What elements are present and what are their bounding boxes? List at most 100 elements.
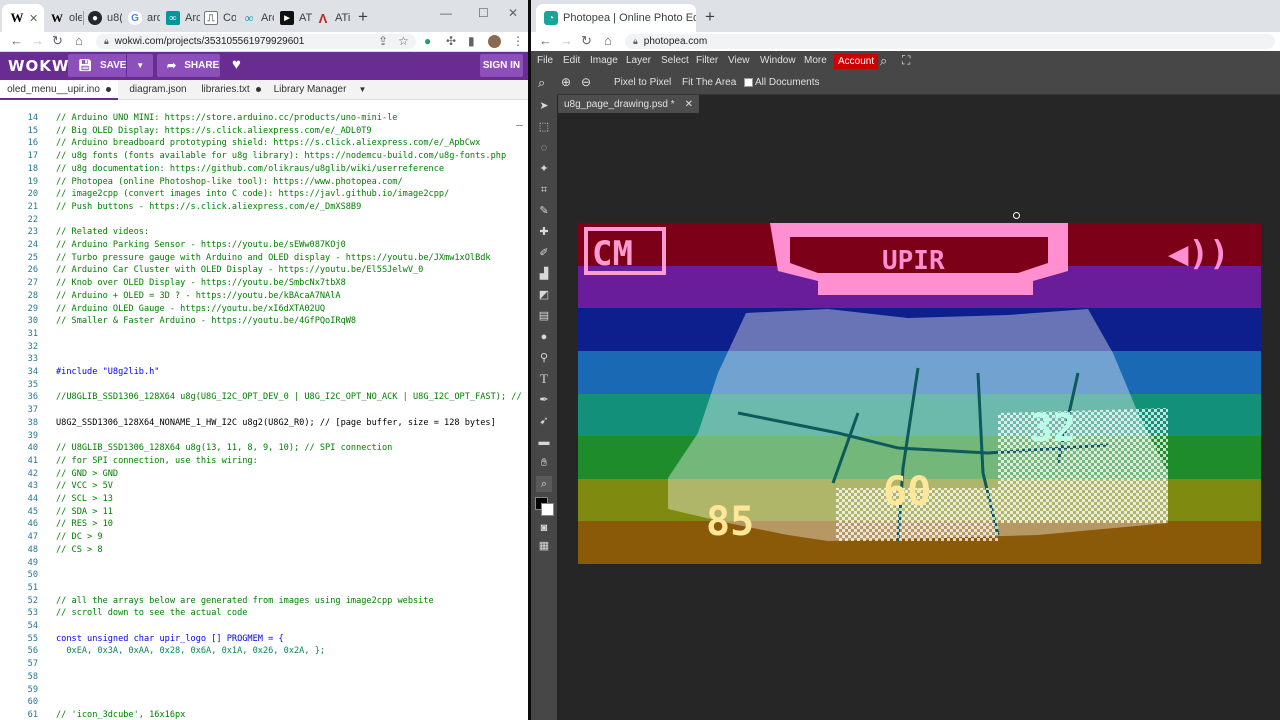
share-button[interactable]: ➦ SHARE [157,54,220,77]
menu-view[interactable]: View [728,55,750,66]
url-omnibox[interactable]: 🔒︎ wokwi.com/projects/353105561979929601 [96,34,416,49]
browser-tab-google[interactable]: G ard [124,4,160,32]
profile-avatar-icon[interactable] [488,35,501,48]
pixel-to-pixel-button[interactable]: Pixel to Pixel [614,77,671,88]
menu-select[interactable]: Select [661,55,689,66]
tab-label: ATi [335,12,350,24]
oled-drawing: ◀)) CM UPIR 85 60 32 [584,223,1229,545]
grammarly-extension-icon[interactable]: ● [424,34,431,48]
tab-label: Co [223,12,236,24]
code-editor[interactable]: 14 // Arduino UNO MINI: https://store.ard… [0,101,528,720]
blur-tool-icon[interactable]: ● [536,329,552,345]
browser-tab-ole[interactable]: W ole [46,4,82,32]
maximize-icon[interactable]: ☐ [478,6,489,20]
menu-image[interactable]: Image [590,55,618,66]
like-heart-icon[interactable]: ♥ [232,56,241,73]
code-text: // SCL > 13 [56,494,113,504]
sidebar-icon[interactable]: ▮ [468,34,475,48]
healing-tool-icon[interactable]: ✚ [536,224,552,240]
menu-window[interactable]: Window [760,55,796,66]
reload-icon[interactable]: ↻ [52,33,63,49]
minimize-icon[interactable]: — [440,6,452,20]
fit-the-area-button[interactable]: Fit The Area [682,77,736,88]
reload-icon[interactable]: ↻ [581,33,592,49]
share-page-icon[interactable]: ⇪ [378,34,388,48]
back-arrow-icon[interactable]: ← [539,33,552,48]
zoom-out-icon[interactable]: ⊖ [581,75,591,89]
line-number: 61 [27,709,38,720]
line-number: 59 [27,684,38,695]
line-number: 20 [27,189,38,200]
save-button[interactable]: 💾︎ SAVE ▼ [68,54,153,77]
browser-tab-arduino-2[interactable]: ∞ Arc [238,4,274,32]
menu-layer[interactable]: Layer [626,55,651,66]
save-dropdown-chevron-icon[interactable]: ▼ [126,54,153,77]
type-tool-icon[interactable]: T [536,371,552,387]
window-close-icon[interactable]: ✕ [508,6,518,20]
browser-tab-wikipedia[interactable]: W ✕ [2,4,44,32]
shape-tool-icon[interactable]: ▬ [536,434,552,450]
brush-tool-icon[interactable]: ✐ [536,245,552,261]
pen-tool-icon[interactable]: ✒ [536,392,552,408]
browser-tab-github[interactable]: ● u8( [84,4,122,32]
dodge-tool-icon[interactable]: ⚲ [536,350,552,366]
screen-mode-icon[interactable]: ▦ [536,538,552,554]
account-button[interactable]: Account [834,54,879,69]
document-tab[interactable]: u8g_page_drawing.psd * ✕ [558,95,700,113]
search-icon[interactable]: ⌕ [880,53,887,69]
wokwi-logo[interactable]: WOKWi [8,57,76,75]
new-tab-plus-icon[interactable]: + [358,7,368,27]
file-tab-libraries[interactable]: libraries.txt [198,80,264,99]
crop-tool-icon[interactable]: ⌗ [536,182,552,198]
path-select-tool-icon[interactable]: ➹ [536,413,552,429]
sign-in-button[interactable]: SIGN IN [480,54,523,77]
home-icon[interactable]: ⌂ [75,33,83,48]
github-favicon-icon: ● [88,11,102,25]
menu-file[interactable]: File [537,55,553,66]
url-omnibox[interactable]: 🔒︎ photopea.com [625,34,1275,49]
eyedropper-tool-icon[interactable]: ✎ [536,203,552,219]
code-text: // all the arrays below are generated fr… [56,595,434,606]
browser-tab-ati-2[interactable]: Λ ATi [312,4,350,32]
share-arrow-icon: ➦ [167,60,177,72]
browser-tab-ati-1[interactable]: ▶ ATi [276,4,312,32]
move-tool-icon[interactable]: ➤ [536,98,552,114]
zoom-tool-icon[interactable]: ⌕ [536,476,552,492]
lasso-tool-icon[interactable]: ◌ [536,140,552,156]
browser-tab-co[interactable]: ⎍ Co [200,4,236,32]
file-tab-diagram[interactable]: diagram.json [122,80,194,99]
eraser-tool-icon[interactable]: ◩ [536,287,552,303]
bookmark-star-icon[interactable]: ☆ [398,34,409,48]
menu-more[interactable]: More [804,55,827,66]
hand-tool-icon[interactable]: ✋︎ [536,455,552,471]
image-canvas[interactable]: ◀)) CM UPIR 85 60 32 [578,223,1261,564]
magic-wand-tool-icon[interactable]: ✦ [536,161,552,177]
forward-arrow-icon[interactable]: → [560,33,573,48]
code-text: // DC > 9 [56,532,103,543]
stamp-tool-icon[interactable]: ▟ [536,266,552,282]
file-tab-sketch[interactable]: oled_menu__upir.ino [0,80,118,100]
menu-filter[interactable]: Filter [696,55,718,66]
menu-edit[interactable]: Edit [563,55,580,66]
new-tab-plus-icon[interactable]: + [705,7,715,27]
fullscreen-icon[interactable]: ⛶ [902,53,910,68]
marquee-tool-icon[interactable]: ⬚ [536,119,552,135]
forward-arrow-icon[interactable]: → [31,33,44,48]
gradient-tool-icon[interactable]: ▤ [536,308,552,324]
browser-tab-photopea[interactable]: ◔ Photopea | Online Photo Editor ✕ [536,4,696,32]
background-color-swatch[interactable] [541,503,554,516]
document-close-icon[interactable]: ✕ [685,99,693,110]
file-tab-library-manager[interactable]: Library Manager ▼ [270,80,370,99]
back-arrow-icon[interactable]: ← [10,33,23,48]
zoom-in-icon[interactable]: ⊕ [561,75,571,89]
tab-close-icon[interactable]: ✕ [29,12,38,25]
line-number: 45 [27,506,38,517]
line-number: 55 [27,633,38,644]
quick-mask-icon[interactable]: ◙ [536,520,552,536]
browser-menu-kebab-icon[interactable]: ⋮ [512,34,524,48]
extension-puzzle-icon[interactable]: ✣ [446,34,456,48]
browser-tab-arduino-1[interactable]: ∞ Arc [162,4,200,32]
all-documents-checkbox[interactable] [744,78,753,87]
code-text: // Arduino Parking Sensor - https://yout… [56,240,346,250]
home-icon[interactable]: ⌂ [604,33,612,48]
